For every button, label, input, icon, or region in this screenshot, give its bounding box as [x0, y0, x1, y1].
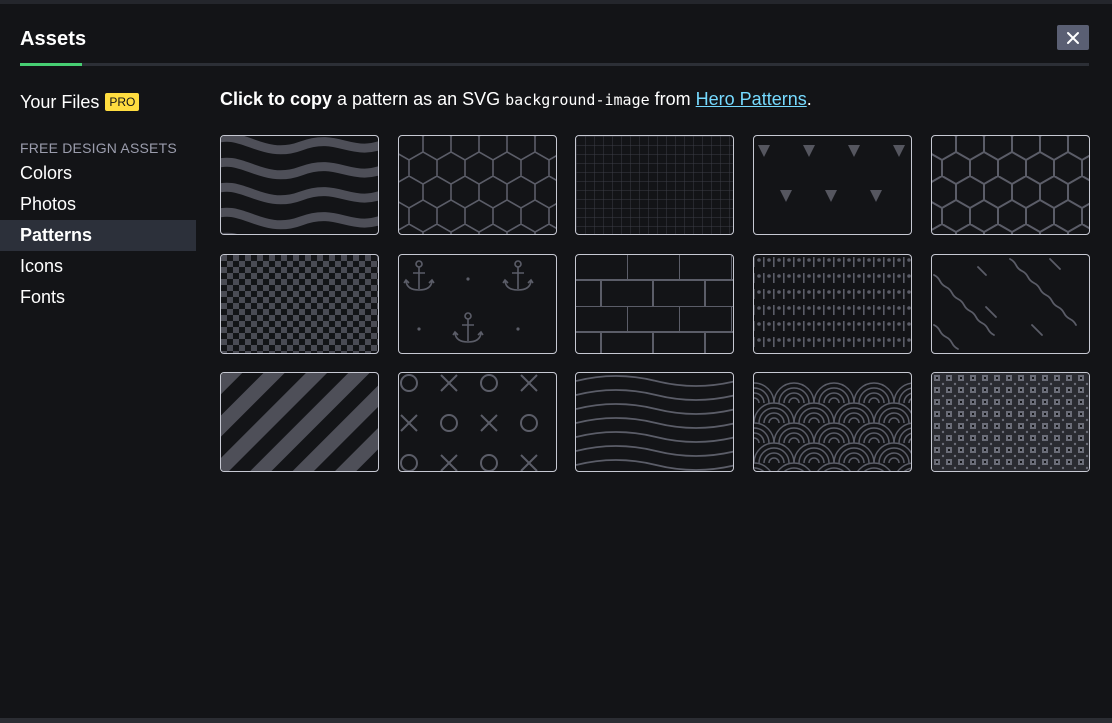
sidebar-item-label: Patterns	[20, 225, 93, 245]
pattern-tile-graph-paper[interactable]	[575, 135, 734, 235]
pattern-tile-triangles[interactable]	[753, 135, 912, 235]
intro-code: background-image	[505, 91, 650, 109]
pattern-tile-japanese-waves[interactable]	[753, 372, 912, 472]
sidebar-item-label: Your Files	[20, 91, 100, 112]
pattern-tile-hexagons-large[interactable]	[931, 135, 1090, 235]
window-bottom-edge	[0, 718, 1112, 723]
pattern-tile-bricks[interactable]	[575, 254, 734, 354]
sidebar-item-patterns[interactable]: Patterns	[0, 220, 196, 251]
sidebar-item-label: Colors	[20, 163, 73, 183]
wavy-lines-pattern	[576, 375, 733, 471]
sidebar-item-colors[interactable]: Colors	[0, 158, 196, 189]
checkerboard-pattern	[221, 255, 378, 353]
graph-paper-pattern	[576, 136, 733, 234]
sidebar-item-icons[interactable]: Icons	[0, 251, 196, 282]
diagonal-stripes-pattern	[221, 373, 378, 471]
japanese-waves-pattern	[754, 382, 911, 471]
intro-text: Click to copy a pattern as an SVG backgr…	[220, 89, 812, 110]
pattern-tile-diagonal-stripes[interactable]	[220, 372, 379, 472]
pattern-tile-dots-and-dashes[interactable]	[753, 254, 912, 354]
sidebar-item-photos[interactable]: Photos	[0, 189, 196, 220]
pattern-tile-anchors[interactable]	[398, 254, 557, 354]
sidebar-item-your-files[interactable]: Your Files PRO	[0, 88, 196, 116]
modal-header: Assets	[20, 28, 86, 51]
pattern-tile-squiggles[interactable]	[931, 254, 1090, 354]
pro-badge: PRO	[105, 93, 140, 111]
intro-text-1: a pattern as an SVG	[332, 89, 506, 109]
triangles-pattern	[758, 145, 905, 202]
pattern-tile-polka-squares[interactable]	[931, 372, 1090, 472]
header-divider	[20, 63, 1089, 66]
polka-squares-pattern	[932, 373, 1089, 471]
wiggle-waves-pattern	[221, 136, 378, 234]
pattern-tile-wiggle-waves[interactable]	[220, 135, 379, 235]
intro-end: .	[806, 89, 812, 109]
hexagons-large-pattern	[932, 136, 1089, 234]
sidebar-item-fonts[interactable]: Fonts	[0, 282, 196, 313]
bricks-pattern	[576, 255, 733, 353]
hero-patterns-link[interactable]: Hero Patterns	[696, 89, 807, 109]
modal-title: Assets	[20, 28, 87, 50]
anchors-pattern	[403, 260, 534, 343]
dots-and-dashes-pattern	[754, 255, 911, 353]
pattern-tile-wavy-lines[interactable]	[575, 372, 734, 472]
sidebar-section-heading: FREE DESIGN ASSETS	[20, 140, 177, 156]
sidebar-item-label: Fonts	[20, 287, 66, 307]
hexagons-pattern	[399, 136, 556, 234]
close-icon	[1067, 31, 1079, 44]
pattern-tile-checkerboard[interactable]	[220, 254, 379, 354]
squiggles-pattern	[933, 258, 1077, 350]
close-button[interactable]	[1057, 25, 1089, 50]
intro-text-2: from	[649, 89, 696, 109]
title-underline	[20, 63, 82, 66]
sidebar-item-label: Icons	[20, 256, 64, 276]
intro-bold: Click to copy	[220, 89, 333, 109]
pattern-tile-hexagons[interactable]	[398, 135, 557, 235]
window-top-edge	[0, 0, 1112, 4]
tic-tac-toe-pattern	[400, 374, 538, 471]
pattern-tile-tic-tac-toe[interactable]	[398, 372, 557, 472]
sidebar: Your Files PRO FREE DESIGN ASSETS Colors…	[0, 88, 196, 313]
sidebar-item-label: Photos	[20, 194, 77, 214]
